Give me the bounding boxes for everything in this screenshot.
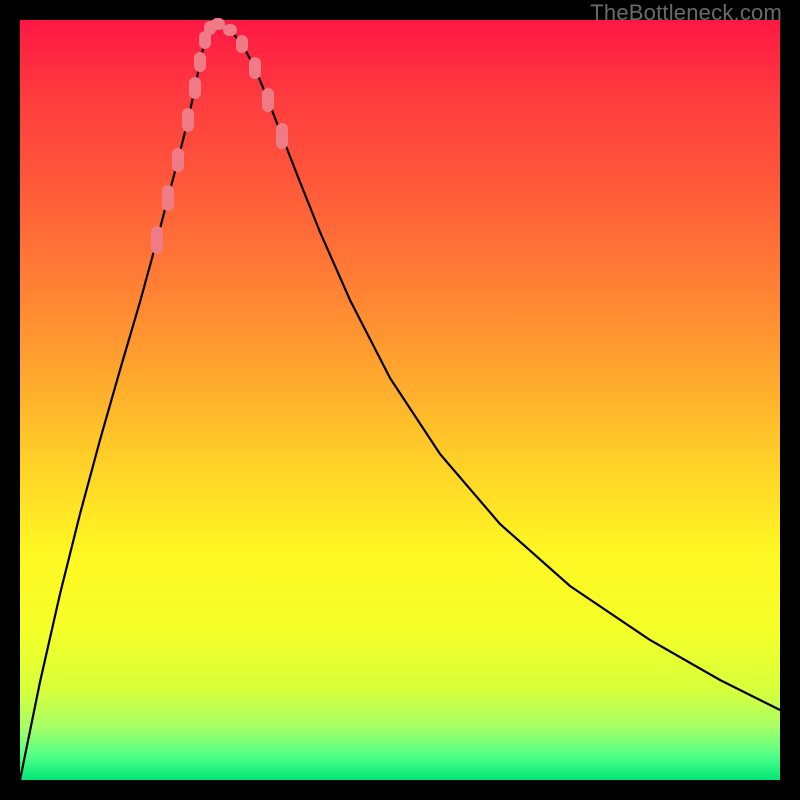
marker-dot bbox=[249, 57, 261, 79]
bottleneck-curve bbox=[20, 24, 780, 780]
marker-dot bbox=[194, 52, 206, 72]
marker-dot bbox=[189, 77, 201, 99]
marker-dot bbox=[151, 226, 163, 254]
marker-dot bbox=[211, 18, 225, 30]
curve-svg bbox=[20, 20, 780, 780]
marker-dot bbox=[236, 35, 248, 53]
plot-area bbox=[20, 20, 780, 780]
marker-dot bbox=[182, 108, 194, 132]
marker-dot bbox=[172, 148, 184, 172]
chart-frame: TheBottleneck.com bbox=[0, 0, 800, 800]
marker-dot bbox=[223, 24, 237, 36]
marker-dot bbox=[162, 185, 174, 211]
marker-group bbox=[151, 18, 288, 254]
marker-dot bbox=[262, 88, 274, 112]
marker-dot bbox=[276, 123, 288, 149]
